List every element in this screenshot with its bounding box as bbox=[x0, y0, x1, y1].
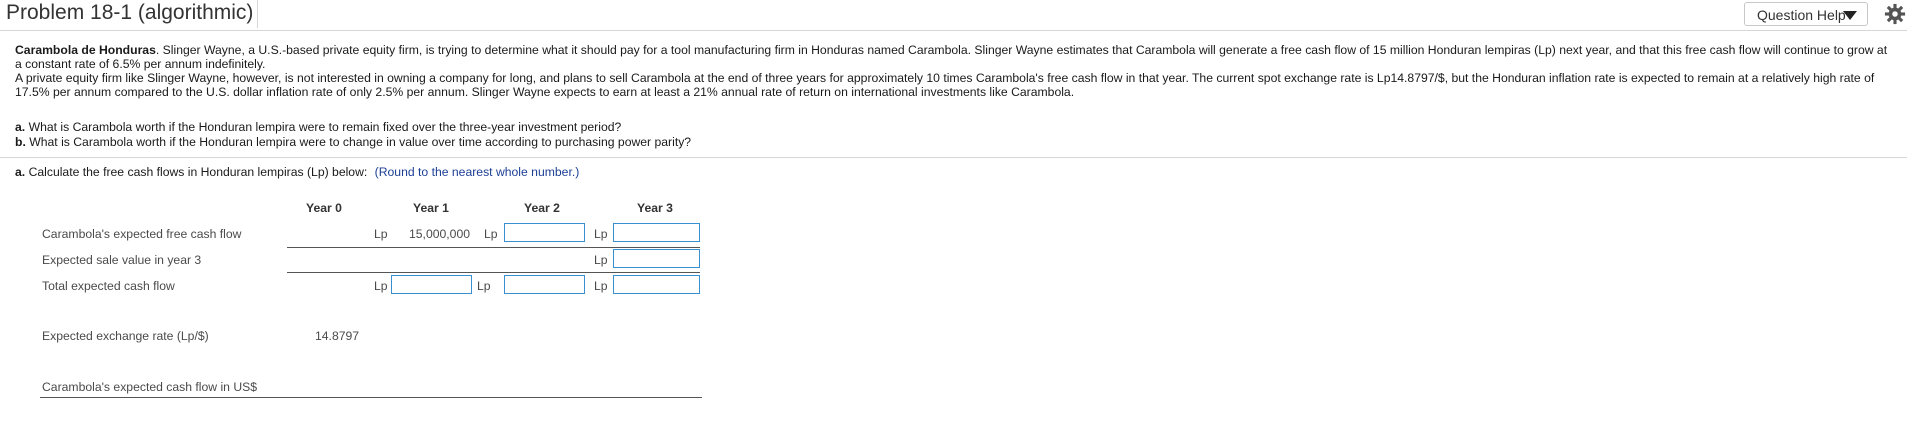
problem-lead: Carambola de Honduras bbox=[15, 43, 156, 57]
col-header-year2: Year 2 bbox=[524, 201, 560, 215]
question-help-label: Question Help bbox=[1757, 7, 1846, 23]
instruction-label: a. bbox=[15, 165, 26, 179]
currency-label: Lp bbox=[594, 253, 608, 267]
question-a-label: a. bbox=[15, 120, 26, 134]
problem-paragraph-1: Carambola de Honduras. Slinger Wayne, a … bbox=[15, 43, 1895, 71]
page-title: Problem 18-1 (algorithmic) bbox=[6, 0, 259, 28]
total-year3-input[interactable] bbox=[613, 275, 700, 294]
row-label-sale: Expected sale value in year 3 bbox=[42, 253, 202, 267]
questions: a. What is Carambola worth if the Hondur… bbox=[15, 120, 1895, 150]
question-b-label: b. bbox=[15, 135, 26, 149]
question-b-text: What is Carambola worth if the Honduran … bbox=[29, 135, 692, 149]
row-divider bbox=[287, 247, 700, 248]
table-bottom-rule bbox=[40, 397, 702, 398]
currency-label: Lp bbox=[484, 227, 498, 241]
problem-paragraph-2: A private equity firm like Slinger Wayne… bbox=[15, 71, 1875, 99]
currency-label: Lp bbox=[477, 279, 491, 293]
problem-statement: Carambola de Honduras. Slinger Wayne, a … bbox=[15, 43, 1895, 99]
chevron-down-icon bbox=[1843, 11, 1857, 20]
currency-label: Lp bbox=[594, 279, 608, 293]
fx-year0-value: 14.8797 bbox=[315, 329, 360, 343]
question-b: b. What is Carambola worth if the Hondur… bbox=[15, 135, 1895, 150]
gear-icon[interactable] bbox=[1884, 3, 1906, 25]
rounding-hint: (Round to the nearest whole number.) bbox=[374, 165, 580, 179]
fcf-year2-input[interactable] bbox=[504, 223, 585, 242]
col-header-year1: Year 1 bbox=[413, 201, 449, 215]
col-header-year0: Year 0 bbox=[306, 201, 342, 215]
question-help-button[interactable]: Question Help bbox=[1744, 2, 1868, 26]
row-label-total: Total expected cash flow bbox=[42, 279, 175, 293]
total-year2-input[interactable] bbox=[504, 275, 585, 294]
row-label-fx: Expected exchange rate (Lp/$) bbox=[42, 329, 209, 343]
currency-label: Lp bbox=[374, 279, 388, 293]
question-a: a. What is Carambola worth if the Hondur… bbox=[15, 120, 1895, 135]
currency-label: Lp bbox=[594, 227, 608, 241]
instruction: a. Calculate the free cash flows in Hond… bbox=[15, 165, 579, 180]
col-header-year3: Year 3 bbox=[637, 201, 673, 215]
fcf-year1-value: 15,000,000 bbox=[409, 227, 470, 241]
row-label-fcf: Carambola's expected free cash flow bbox=[42, 227, 242, 241]
total-year0-input[interactable] bbox=[391, 275, 472, 294]
divider bbox=[0, 157, 1907, 158]
currency-label: Lp bbox=[374, 227, 388, 241]
row-label-usd: Carambola's expected cash flow in US$ bbox=[42, 380, 258, 394]
row-divider bbox=[287, 272, 700, 273]
fcf-year3-input[interactable] bbox=[613, 223, 700, 242]
top-bar: Problem 18-1 (algorithmic) Question Help bbox=[0, 0, 1907, 31]
sale-year3-input[interactable] bbox=[613, 249, 700, 268]
problem-text-1: . Slinger Wayne, a U.S.-based private eq… bbox=[15, 43, 1888, 71]
question-a-text: What is Carambola worth if the Honduran … bbox=[28, 120, 622, 134]
instruction-text: Calculate the free cash flows in Hondura… bbox=[28, 165, 368, 179]
